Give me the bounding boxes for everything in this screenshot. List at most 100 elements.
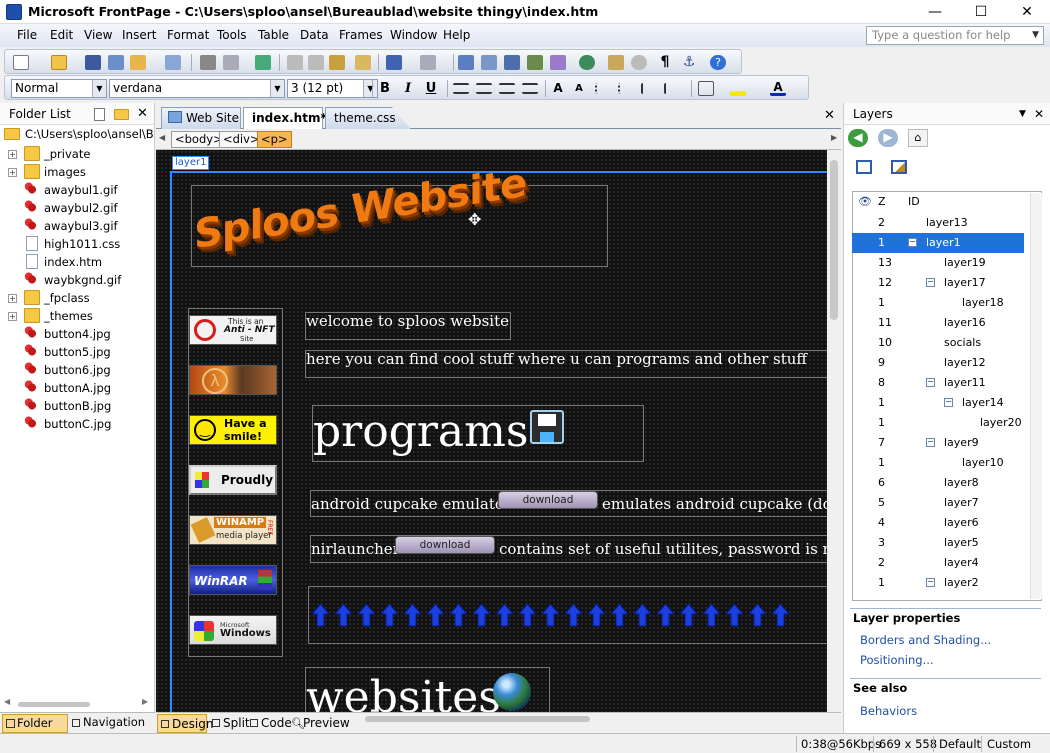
font-color-icon[interactable]: A [770, 81, 786, 96]
column-id[interactable]: ID [908, 195, 920, 208]
tab-theme-css[interactable]: theme.css [325, 107, 411, 129]
save-icon[interactable] [85, 55, 101, 70]
folder-list-item[interactable]: + _fpclass [0, 289, 154, 307]
drawing-icon[interactable] [550, 55, 566, 70]
new-page-icon[interactable] [13, 55, 29, 70]
layer-row[interactable]: 12 − layer17 [852, 273, 1024, 293]
collapse-icon[interactable]: − [908, 238, 917, 247]
tab-preview[interactable]: 🔍︎ Preview [290, 714, 350, 733]
tab-index-htm[interactable]: index.htm* [243, 107, 327, 129]
half-life-badge[interactable]: λ [189, 365, 277, 395]
increase-indent-icon[interactable] [664, 83, 680, 94]
close-button[interactable]: ✕ [1004, 0, 1050, 24]
layer-row[interactable]: 10 socials [852, 333, 1024, 353]
modify-layer-icon[interactable] [891, 160, 907, 174]
layer-row[interactable]: 1 layer20 [852, 413, 1024, 433]
help-question-box[interactable]: Type a question for help ▼ [866, 26, 1044, 45]
print-icon[interactable] [200, 55, 216, 70]
back-icon[interactable]: ◀ [848, 129, 868, 147]
show-all-icon[interactable]: ¶ [657, 55, 673, 70]
download-button-1[interactable]: download [498, 491, 598, 509]
view-folders-icon[interactable] [165, 55, 181, 70]
hyperlink-icon[interactable] [579, 55, 595, 70]
crumb-p[interactable]: <p> [257, 131, 292, 148]
underline-button[interactable]: U [423, 81, 439, 96]
download-button-2[interactable]: download [395, 536, 495, 554]
winamp-badge[interactable]: WINAMP media player FREE [189, 515, 277, 545]
menu-tools[interactable]: Tools [217, 28, 247, 42]
layer-row[interactable]: 3 layer5 [852, 533, 1024, 553]
align-center-icon[interactable] [476, 83, 492, 94]
layer-row[interactable]: 1 layer10 [852, 453, 1024, 473]
menu-view[interactable]: View [84, 28, 112, 42]
borders-shading-link[interactable]: Borders and Shading... [860, 633, 991, 647]
tab-folder-list[interactable]: Folder List [2, 714, 68, 747]
layer-row[interactable]: 2 layer13 [852, 213, 1024, 233]
highlight-icon[interactable] [730, 81, 746, 96]
close-icon[interactable]: ✕ [1034, 103, 1044, 125]
expand-icon[interactable]: + [8, 150, 17, 159]
menu-data[interactable]: Data [300, 28, 329, 42]
scroll-right-icon[interactable]: ▶ [831, 133, 837, 142]
borders-icon[interactable] [698, 81, 714, 96]
have-a-smile-badge[interactable]: ‿ Have a smile! [189, 415, 277, 445]
minimize-button[interactable]: — [912, 0, 958, 24]
maximize-button[interactable]: ☐ [958, 0, 1004, 24]
menu-edit[interactable]: Edit [50, 28, 73, 42]
collapse-icon[interactable]: − [926, 378, 935, 387]
insert-picture-icon[interactable] [527, 55, 543, 70]
menu-file[interactable]: File [17, 28, 37, 42]
expand-icon[interactable]: + [8, 294, 17, 303]
copy-icon[interactable] [308, 55, 324, 70]
layers-scrollbar[interactable] [1030, 193, 1042, 599]
expand-icon[interactable]: + [8, 168, 17, 177]
undo-icon[interactable] [386, 55, 402, 70]
layer-row[interactable]: 2 layer4 [852, 553, 1024, 573]
scroll-left-icon[interactable]: ◀ [159, 133, 165, 142]
tab-design[interactable]: Design [157, 714, 213, 733]
winrar-badge[interactable]: WinRAR [189, 565, 277, 595]
increase-font-icon[interactable]: A [550, 81, 566, 96]
folder-list-item[interactable]: button6.jpg [0, 361, 154, 379]
vscroll-thumb[interactable] [830, 160, 838, 320]
size-select[interactable]: 3 (12 pt) ▼ [287, 79, 378, 98]
cut-icon[interactable] [287, 55, 303, 70]
stop-icon[interactable] [631, 55, 647, 70]
forward-icon[interactable]: ▶ [878, 129, 898, 147]
layer-row[interactable]: 1 − layer2 [852, 573, 1024, 593]
folder-list-item[interactable]: awaybul1.gif [0, 181, 154, 199]
layer-row[interactable]: 9 layer12 [852, 353, 1024, 373]
folder-list-item[interactable]: + _private [0, 145, 154, 163]
folder-root[interactable]: C:\Users\sploo\ansel\Bure [4, 127, 154, 143]
layer-row[interactable]: 11 layer16 [852, 313, 1024, 333]
justify-icon[interactable] [522, 83, 538, 94]
font-select[interactable]: verdana ▼ [109, 79, 285, 98]
anti-nft-badge[interactable]: This is an Anti - NFT Site [189, 315, 277, 345]
folder-list-item[interactable]: index.htm [0, 253, 154, 271]
positioning-link[interactable]: Positioning... [860, 653, 934, 667]
refresh-icon[interactable] [608, 55, 624, 70]
italic-button[interactable]: I [400, 81, 416, 96]
bullets-icon[interactable] [618, 83, 634, 94]
open-folder-icon[interactable] [51, 55, 67, 70]
proudly-badge[interactable]: Proudly [189, 465, 277, 495]
visibility-eye-icon[interactable]: 👁︎ [858, 195, 872, 208]
layer-row[interactable]: 1 layer18 [852, 293, 1024, 313]
layer-row[interactable]: 5 layer7 [852, 493, 1024, 513]
folder-list-item[interactable]: button5.jpg [0, 343, 154, 361]
print-preview-icon[interactable] [223, 55, 239, 70]
insert-layer-icon[interactable] [856, 160, 872, 174]
layer-row[interactable]: 1 − layer14 [852, 393, 1024, 413]
status-custom[interactable]: Custom [987, 737, 1031, 751]
layer-row[interactable]: 7 − layer9 [852, 433, 1024, 453]
tab-code[interactable]: Code [248, 714, 292, 733]
tab-web-site[interactable]: Web Site [161, 107, 241, 129]
menu-table[interactable]: Table [258, 28, 289, 42]
help-dropdown-arrow-icon[interactable]: ▼ [1032, 27, 1039, 44]
redo-icon[interactable] [420, 55, 436, 70]
folder-list-item[interactable]: + images [0, 163, 154, 181]
decrease-font-icon[interactable]: A [571, 81, 587, 96]
web-component-icon[interactable] [130, 55, 146, 70]
menu-help[interactable]: Help [443, 28, 470, 42]
style-select[interactable]: Normal ▼ [11, 79, 107, 98]
